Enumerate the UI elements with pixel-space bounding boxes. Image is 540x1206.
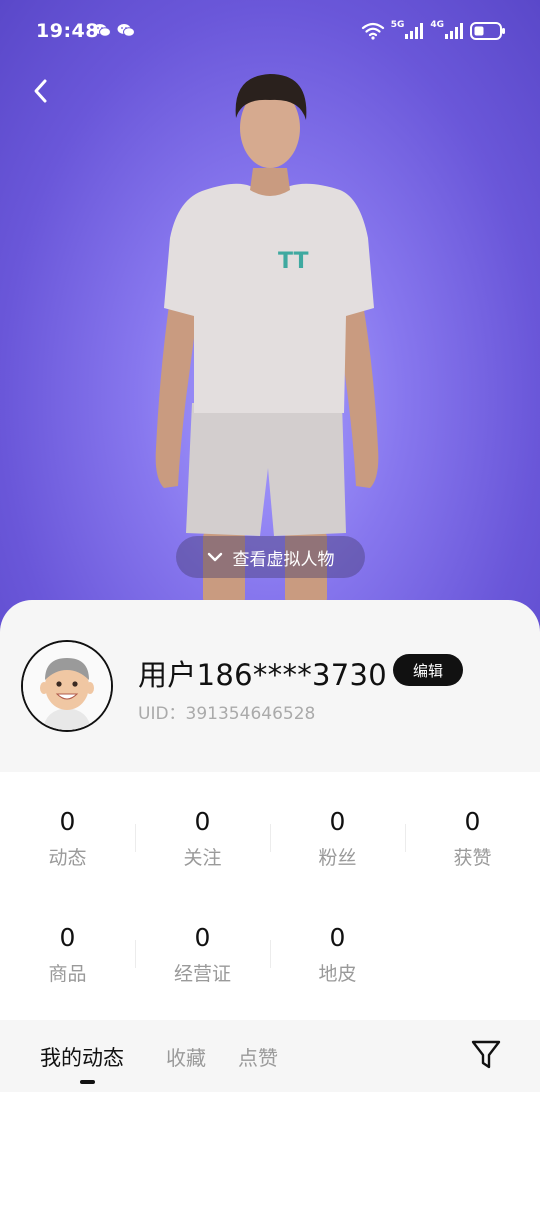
network-type-label: 4G (430, 20, 444, 30)
stat-following[interactable]: 0 关注 (135, 802, 270, 902)
content-tabs: 我的动态 收藏 点赞 (0, 1020, 540, 1092)
signal-icon (445, 23, 463, 39)
wechat-icon (93, 24, 111, 37)
status-bar: 19:48 5G 4G (0, 0, 540, 62)
battery-icon (470, 22, 505, 40)
stat-label: 经营证 (173, 963, 231, 985)
tab-favorites[interactable]: 收藏 (166, 1042, 206, 1071)
stat-value: 0 (329, 807, 346, 836)
view-avatar-label: 查看虚拟人物 (232, 549, 335, 570)
signal-icon (405, 23, 424, 39)
network-type-label: 5G (390, 20, 405, 30)
status-time: 19:48 (36, 20, 99, 42)
profile-card: 用户186****3730 编辑 UID：391354646528 (0, 600, 540, 772)
stat-followers[interactable]: 0 粉丝 (270, 802, 405, 902)
shirt-logo: TT (278, 249, 309, 274)
stat-value: 0 (59, 923, 76, 952)
filter-icon[interactable] (470, 1038, 502, 1072)
user-avatar-image (23, 642, 111, 730)
stats-row: 0 动态 0 关注 0 粉丝 0 获赞 (0, 802, 540, 902)
stats-row: 0 商品 0 经营证 0 地皮 (0, 918, 540, 1018)
chevron-down-icon (207, 552, 222, 562)
active-tab-indicator (80, 1080, 95, 1084)
stat-label: 动态 (48, 847, 87, 869)
chevron-left-icon[interactable] (26, 76, 56, 106)
stat-value: 0 (59, 807, 76, 836)
stat-label: 地皮 (318, 963, 357, 985)
stat-products[interactable]: 0 商品 (0, 918, 135, 1018)
stat-land[interactable]: 0 地皮 (270, 918, 405, 1018)
virtual-avatar-figure: TT (155, 74, 379, 608)
stat-value: 0 (194, 807, 211, 836)
view-avatar-button[interactable]: 查看虚拟人物 (176, 536, 365, 578)
wifi-icon (361, 22, 384, 40)
stat-value: 0 (464, 807, 481, 836)
edit-profile-button[interactable]: 编辑 (393, 654, 463, 686)
avatar[interactable] (21, 640, 113, 732)
avatar-hero: 19:48 5G 4G TT 查看虚拟人物 (0, 0, 540, 640)
stat-label: 粉丝 (318, 847, 357, 869)
wechat-icon (117, 24, 135, 37)
status-indicators: 5G 4G (361, 20, 506, 42)
user-name: 用户186****3730 (138, 658, 388, 692)
stat-label: 关注 (183, 847, 222, 869)
stat-label: 获赞 (453, 847, 492, 869)
user-uid: UID：391354646528 (138, 704, 316, 724)
tab-my-posts[interactable]: 我的动态 (40, 1042, 124, 1072)
tab-likes[interactable]: 点赞 (238, 1042, 278, 1071)
stat-value: 0 (329, 923, 346, 952)
stat-value: 0 (194, 923, 211, 952)
stat-business-license[interactable]: 0 经营证 (135, 918, 270, 1018)
stat-label: 商品 (48, 963, 87, 985)
stat-posts[interactable]: 0 动态 (0, 802, 135, 902)
stats-panel: 0 动态 0 关注 0 粉丝 0 获赞 0 商品 0 经营证 0 地皮 (0, 772, 540, 1020)
stat-likes-received[interactable]: 0 获赞 (405, 802, 540, 902)
